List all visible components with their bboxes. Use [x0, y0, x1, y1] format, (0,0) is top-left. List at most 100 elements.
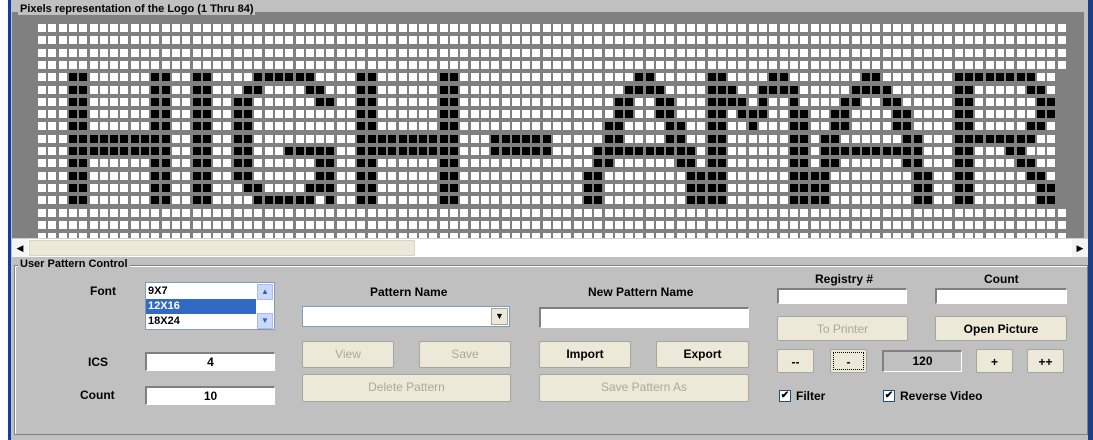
pixel-cell[interactable] [728, 221, 736, 229]
pixel-cell[interactable] [635, 36, 643, 44]
pixel-cell[interactable] [368, 159, 376, 167]
pixel-cell[interactable] [574, 24, 582, 32]
pixel-cell[interactable] [326, 209, 334, 217]
pixel-cell[interactable] [955, 184, 963, 192]
pixel-cell[interactable] [646, 209, 654, 217]
pixel-cell[interactable] [234, 147, 242, 155]
pixel-cell[interactable] [687, 61, 695, 69]
pixel-cell[interactable] [296, 209, 304, 217]
pixel-cell[interactable] [687, 122, 695, 130]
pixel-cell[interactable] [872, 196, 880, 204]
pixel-cell[interactable] [687, 98, 695, 106]
pixel-cell[interactable] [821, 36, 829, 44]
pixel-cell[interactable] [234, 159, 242, 167]
pixel-cell[interactable] [100, 36, 108, 44]
pixel-cell[interactable] [615, 135, 623, 143]
pixel-cell[interactable] [254, 49, 262, 57]
pixel-cell[interactable] [285, 184, 293, 192]
pixel-cell[interactable] [625, 135, 633, 143]
pixel-cell[interactable] [934, 196, 942, 204]
pixel-cell[interactable] [883, 98, 891, 106]
pixel-cell[interactable] [141, 73, 149, 81]
pixel-cell[interactable] [357, 135, 365, 143]
pixel-cell[interactable] [131, 221, 139, 229]
pixel-cell[interactable] [471, 159, 479, 167]
pixel-cell[interactable] [625, 196, 633, 204]
pixel-cell[interactable] [38, 24, 46, 32]
pixel-cell[interactable] [450, 172, 458, 180]
pixel-cell[interactable] [120, 61, 128, 69]
pixel-cell[interactable] [666, 86, 674, 94]
pixel-cell[interactable] [440, 221, 448, 229]
pixel-cell[interactable] [502, 221, 510, 229]
pixel-cell[interactable] [48, 184, 56, 192]
pixel-cell[interactable] [975, 98, 983, 106]
pixel-cell[interactable] [48, 98, 56, 106]
pixel-cell[interactable] [141, 122, 149, 130]
pixel-cell[interactable] [275, 86, 283, 94]
pixel-cell[interactable] [296, 184, 304, 192]
pixel-cell[interactable] [996, 98, 1004, 106]
pixel-cell[interactable] [934, 98, 942, 106]
pixel-cell[interactable] [151, 98, 159, 106]
pixel-cell[interactable] [635, 49, 643, 57]
pixel-cell[interactable] [749, 135, 757, 143]
pixel-cell[interactable] [79, 86, 87, 94]
pixel-cell[interactable] [512, 147, 520, 155]
pixel-cell[interactable] [831, 159, 839, 167]
pixel-cell[interactable] [934, 24, 942, 32]
pixel-cell[interactable] [491, 36, 499, 44]
pixel-cell[interactable] [409, 135, 417, 143]
pixel-cell[interactable] [841, 196, 849, 204]
pixel-cell[interactable] [326, 135, 334, 143]
pixel-cell[interactable] [326, 159, 334, 167]
pixel-cell[interactable] [481, 135, 489, 143]
pixel-cell[interactable] [1017, 209, 1025, 217]
pixel-cell[interactable] [378, 172, 386, 180]
pixel-cell[interactable] [193, 184, 201, 192]
pixel-cell[interactable] [481, 172, 489, 180]
pixel-cell[interactable] [399, 184, 407, 192]
pixel-cell[interactable] [368, 98, 376, 106]
pixel-cell[interactable] [811, 147, 819, 155]
pixel-cell[interactable] [584, 135, 592, 143]
pixel-cell[interactable] [254, 24, 262, 32]
pixel-cell[interactable] [934, 209, 942, 217]
pixel-cell[interactable] [563, 98, 571, 106]
pixel-cell[interactable] [1058, 61, 1066, 69]
pixel-cell[interactable] [759, 147, 767, 155]
pixel-cell[interactable] [708, 36, 716, 44]
pixel-cell[interactable] [584, 172, 592, 180]
pixel-cell[interactable] [955, 36, 963, 44]
pixel-cell[interactable] [563, 159, 571, 167]
pixel-cell[interactable] [769, 36, 777, 44]
pixel-cell[interactable] [934, 172, 942, 180]
pixel-cell[interactable] [151, 209, 159, 217]
pixel-cell[interactable] [955, 172, 963, 180]
pixel-cell[interactable] [677, 98, 685, 106]
pixel-cell[interactable] [182, 184, 190, 192]
pixel-cell[interactable] [615, 122, 623, 130]
pixel-cell[interactable] [512, 110, 520, 118]
pixel-cell[interactable] [1027, 61, 1035, 69]
pixel-cell[interactable] [1047, 49, 1055, 57]
pixel-cell[interactable] [234, 98, 242, 106]
pixel-cell[interactable] [440, 172, 448, 180]
pixel-cell[interactable] [594, 159, 602, 167]
pixel-cell[interactable] [491, 147, 499, 155]
pixel-cell[interactable] [90, 110, 98, 118]
pixel-cell[interactable] [635, 196, 643, 204]
pixel-cell[interactable] [738, 221, 746, 229]
pixel-cell[interactable] [182, 196, 190, 204]
pixel-cell[interactable] [440, 209, 448, 217]
pixel-cell[interactable] [481, 209, 489, 217]
pixel-cell[interactable] [162, 159, 170, 167]
pixel-cell[interactable] [687, 184, 695, 192]
pixel-cell[interactable] [285, 122, 293, 130]
font-option-9x7[interactable]: 9X7 [146, 284, 256, 299]
pixel-cell[interactable] [862, 86, 870, 94]
pixel-cell[interactable] [48, 61, 56, 69]
pixel-cell[interactable] [656, 49, 664, 57]
pixel-cell[interactable] [193, 73, 201, 81]
pixel-cell[interactable] [368, 209, 376, 217]
